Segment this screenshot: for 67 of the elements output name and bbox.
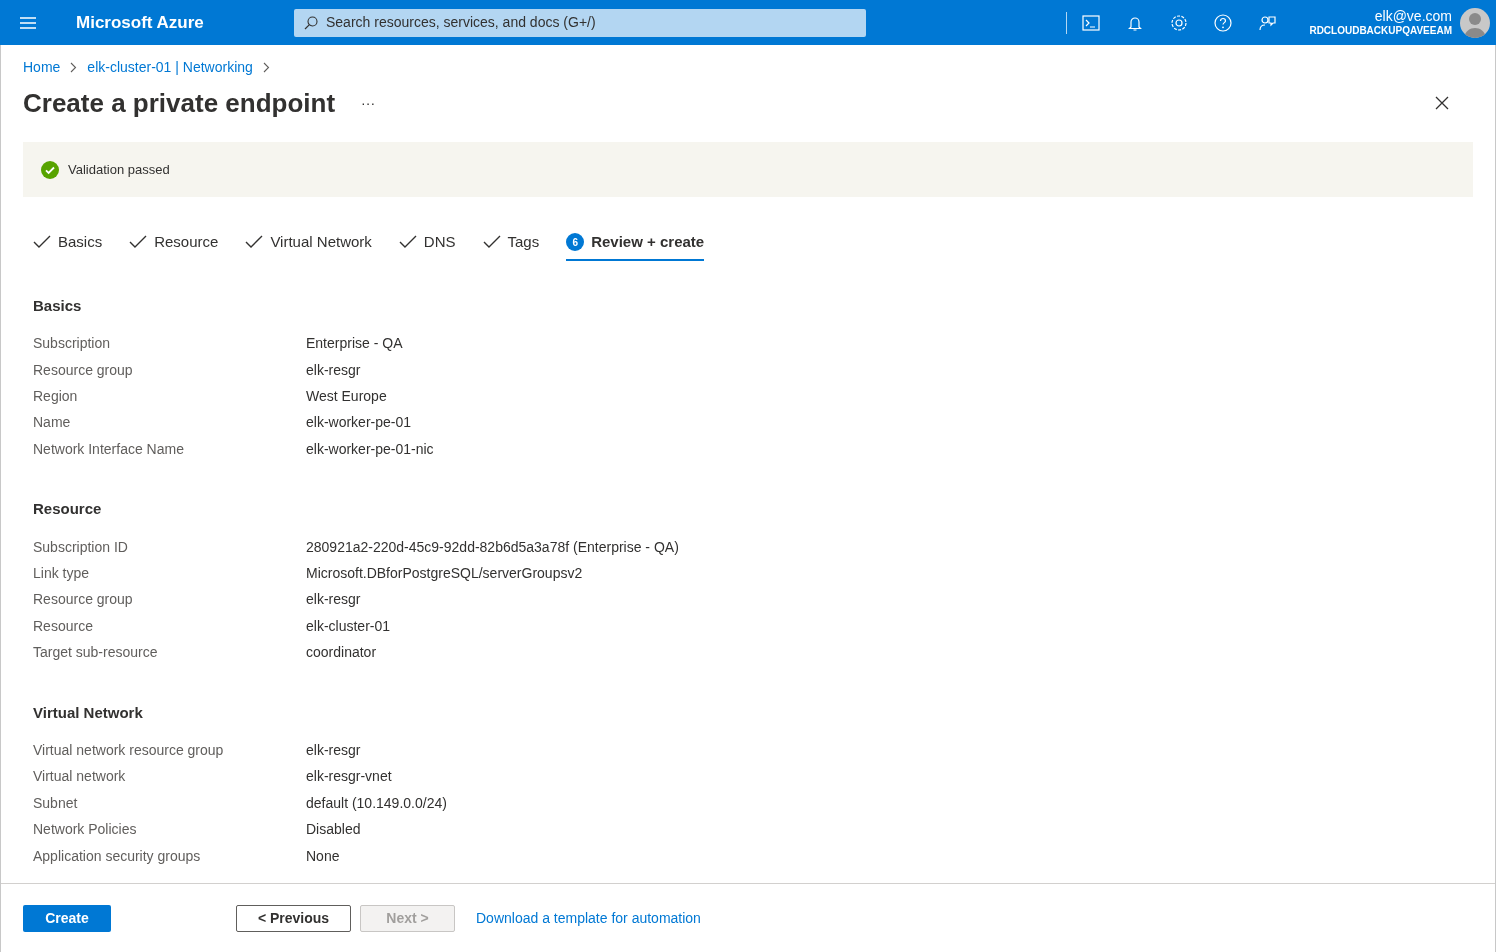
field-label: Application security groups: [33, 846, 202, 866]
field-label: Resource group: [33, 590, 134, 610]
field-label: Region: [33, 386, 79, 406]
section-heading: Basics: [33, 296, 83, 316]
field-value: elk-worker-pe-01: [306, 413, 412, 433]
field-label: Virtual network resource group: [33, 741, 225, 761]
breadcrumb-link[interactable]: elk-cluster-01 | Networking: [87, 57, 253, 78]
template-link[interactable]: Download a template for automation: [476, 907, 701, 929]
checkmark-icon: [129, 235, 148, 249]
checkmark-icon: [245, 235, 264, 249]
field-value: West Europe: [306, 386, 387, 406]
field-value: elk-cluster-01: [306, 616, 391, 636]
field-label: Resource group: [33, 360, 134, 380]
menu-icon: [20, 16, 36, 29]
wizard-tab[interactable]: Tags: [482, 227, 540, 261]
field-label: Subnet: [33, 793, 79, 813]
field-value: 280921a2-220d-45c9-92dd-82b6d5a3a78f (Enterprise - QA): [306, 537, 679, 557]
step-number: 6: [566, 233, 585, 251]
field-label: Name: [33, 413, 72, 433]
more-button[interactable]: ···: [361, 92, 376, 114]
terminal-icon[interactable]: [1081, 12, 1101, 33]
wizard-tab[interactable]: DNS: [398, 227, 456, 261]
wizard-tab[interactable]: Virtual Network: [245, 227, 372, 261]
help-icon[interactable]: [1213, 12, 1233, 33]
field-value: Enterprise - QA: [306, 334, 403, 354]
field-value: default (10.149.0.0/24): [306, 793, 447, 813]
field-value: elk-resgr-vnet: [306, 767, 392, 787]
chevron-icon: [70, 62, 78, 73]
field-value: coordinator: [306, 643, 377, 663]
avatar-icon[interactable]: [1460, 7, 1490, 38]
field-label: Subscription ID: [33, 537, 129, 557]
search-input[interactable]: Search resources, services, and docs (G+/): [326, 12, 856, 33]
wizard-tab[interactable]: 6 Review + create: [566, 227, 705, 261]
create-button[interactable]: Create: [23, 904, 111, 932]
field-label: Target sub-resource: [33, 643, 159, 663]
breadcrumb-link[interactable]: Home: [23, 57, 61, 78]
settings-icon[interactable]: [1169, 12, 1189, 33]
field-label: Network Interface Name: [33, 439, 185, 459]
field-value: Microsoft.DBforPostgreSQL/serverGroupsv2: [306, 564, 583, 584]
search-field[interactable]: Search resources, services, and docs (G+/): [294, 8, 866, 37]
field-label: Network Policies: [33, 820, 138, 840]
field-label: Subscription: [33, 334, 112, 354]
field-value: None: [306, 846, 340, 866]
field-value: elk-resgr: [306, 741, 361, 761]
checkmark-icon: [482, 235, 501, 249]
field-label: Link type: [33, 564, 91, 584]
validation-message: Validation passed: [68, 160, 170, 179]
field-label: Resource: [33, 616, 94, 636]
field-value: elk-resgr: [306, 590, 361, 610]
checkmark-icon: [398, 235, 417, 249]
wizard-tab[interactable]: Resource: [129, 227, 219, 261]
field-value: Disabled: [306, 820, 361, 840]
section-heading: Virtual Network: [33, 702, 144, 723]
section-heading: Resource: [33, 499, 103, 520]
close-button[interactable]: [1435, 96, 1449, 110]
field-label: Virtual network: [33, 767, 127, 787]
search-icon: [304, 15, 318, 30]
chevron-icon: [262, 62, 270, 73]
page-title: Create a private endpoint: [23, 86, 336, 120]
user-directory[interactable]: RDCLOUDBACKUPQAVEEAM: [1309, 25, 1452, 38]
field-value: elk-worker-pe-01-nic: [306, 439, 434, 459]
wizard-tab[interactable]: Basics: [33, 227, 103, 261]
field-value: elk-resgr: [306, 360, 361, 380]
checkmark-icon: [33, 235, 51, 249]
brand-name[interactable]: Microsoft Azure: [76, 9, 294, 36]
user-email[interactable]: elk@ve.com: [1374, 7, 1452, 25]
nav-button[interactable]: < Previous: [236, 904, 351, 932]
